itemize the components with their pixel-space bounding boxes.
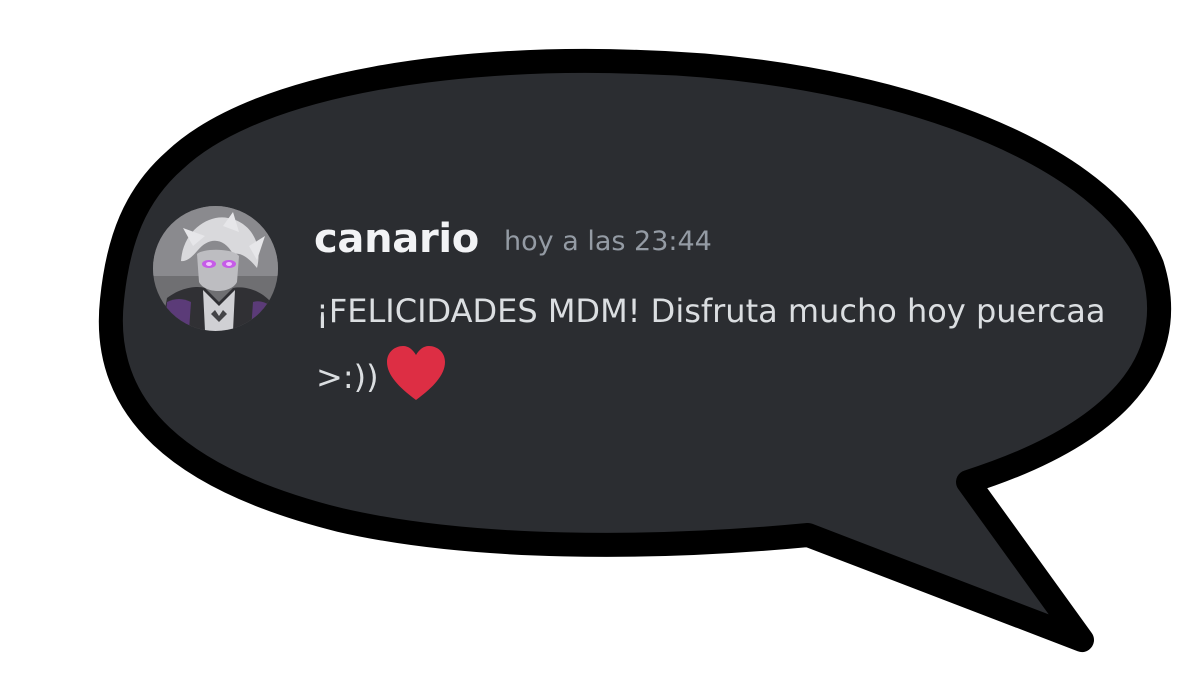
canvas: canario hoy a las 23:44 ¡FELICIDADES MDM… — [0, 0, 1185, 690]
red-heart-icon — [385, 344, 447, 402]
timestamp: hoy a las 23:44 — [504, 226, 712, 257]
username[interactable]: canario — [314, 216, 479, 262]
avatar[interactable] — [153, 206, 278, 331]
message-content: ¡FELICIDADES MDM! Disfruta mucho hoy pue… — [316, 278, 1116, 410]
avatar-image — [153, 206, 278, 331]
